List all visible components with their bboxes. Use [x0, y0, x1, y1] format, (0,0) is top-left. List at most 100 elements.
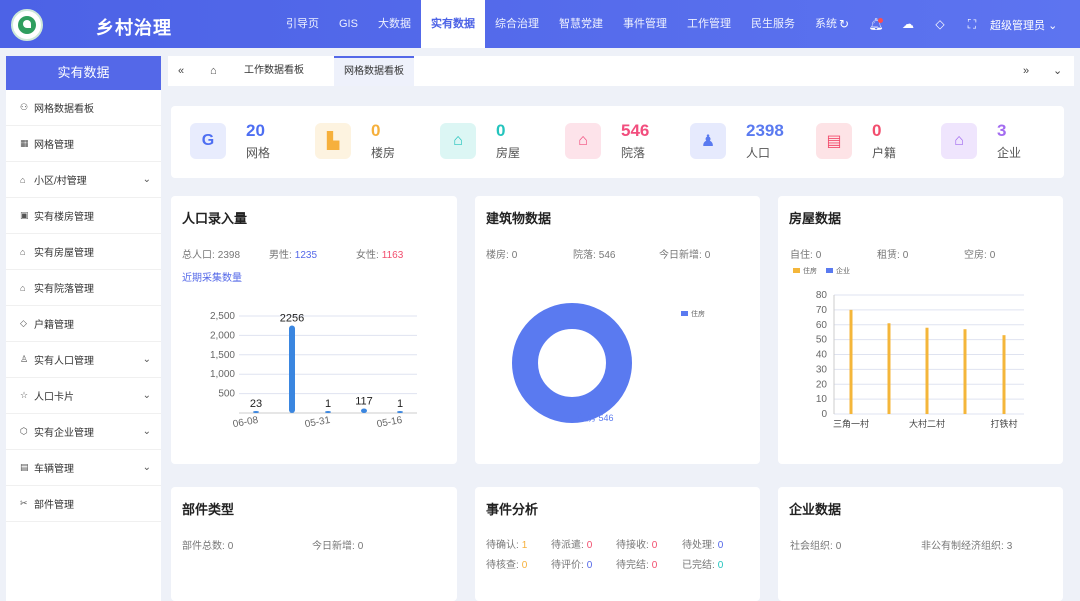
y-tick-label: 2,500 — [210, 311, 235, 322]
refresh-icon[interactable]: ↻ — [828, 17, 860, 31]
bar — [397, 411, 403, 413]
bell-icon[interactable]: 🔔︎ — [860, 17, 892, 31]
chevron-down-icon: ⌄ — [142, 426, 151, 437]
sidebar-item-label: 户籍管理 — [34, 320, 74, 331]
nav-item-1[interactable]: GIS — [329, 0, 368, 48]
tab-bar: « ⌂ 工作数据看板 网格数据看板 » ⌄ — [168, 56, 1074, 86]
recent-collection-link[interactable]: 近期采集数量 — [182, 269, 242, 284]
nav-item-5[interactable]: 智慧党建 — [549, 0, 613, 48]
legend-swatch — [793, 268, 800, 273]
bar — [253, 411, 259, 413]
event-stat-6: 待完结: 0 — [616, 556, 657, 571]
stat-icon: ▤ — [816, 123, 852, 159]
nav-item-7[interactable]: 工作管理 — [677, 0, 741, 48]
donut-slice — [512, 303, 632, 423]
sidebar-item-9[interactable]: ⬡ 实有企业管理 ⌄ — [6, 414, 161, 450]
y-tick-label: 2,000 — [210, 330, 235, 341]
stat-icon: ⌂ — [941, 123, 977, 159]
bar — [925, 327, 929, 414]
stat-value: 20 — [246, 121, 265, 140]
bar — [289, 325, 295, 413]
rented: 租赁: 0 — [877, 250, 909, 261]
bar-data-label: 1 — [325, 398, 331, 410]
event-value: 0 — [651, 560, 658, 571]
bar — [325, 411, 331, 413]
stat-value: 3 — [997, 121, 1007, 140]
nav-item-3[interactable]: 实有数据 — [420, 0, 485, 48]
y-tick-label: 40 — [816, 350, 828, 361]
car-icon: ▤ — [20, 462, 29, 472]
sidebar-item-11[interactable]: ✂ 部件管理 — [6, 486, 161, 522]
x-tick-label: 05-31 — [304, 415, 332, 430]
tab-work-dashboard[interactable]: 工作数据看板 — [234, 56, 314, 86]
yard-icon: ⌂ — [20, 282, 26, 293]
sidebar-item-label: 实有房屋管理 — [34, 248, 94, 259]
app-logo — [11, 9, 43, 41]
nav-item-0[interactable]: 引导页 — [276, 0, 329, 48]
sidebar-item-2[interactable]: ⌂ 小区/村管理 ⌄ — [6, 162, 161, 198]
double-chevron-right-icon[interactable]: » — [1023, 56, 1029, 86]
double-chevron-left-icon[interactable]: « — [178, 56, 184, 86]
y-tick-label: 1,000 — [210, 369, 235, 380]
sidebar-item-6[interactable]: ◇ 户籍管理 — [6, 306, 161, 342]
sidebar-item-8[interactable]: ☆ 人口卡片 ⌄ — [6, 378, 161, 414]
x-tick-label: 大村二村 — [909, 418, 945, 429]
notification-dot — [878, 18, 883, 23]
sidebar-item-3[interactable]: ▣ 实有楼房管理 — [6, 198, 161, 234]
tag-icon[interactable]: ◇ — [924, 17, 956, 31]
x-tick-label: 打铁村 — [990, 418, 1017, 429]
table-icon: ▦ — [20, 138, 29, 148]
bar-data-label: 1 — [397, 398, 403, 410]
nav-item-2[interactable]: 大数据 — [368, 0, 421, 48]
sidebar-item-7[interactable]: ♙ 实有人口管理 ⌄ — [6, 342, 161, 378]
event-label: 待完结: — [616, 560, 649, 571]
stat-value: 546 — [621, 121, 650, 140]
sidebar-item-label: 网格管理 — [34, 140, 74, 151]
card-icon: ☆ — [20, 390, 29, 400]
nav-item-4[interactable]: 综合治理 — [485, 0, 549, 48]
chevron-down-icon[interactable]: ⌄ — [1053, 56, 1062, 86]
bar-data-label: 2256 — [280, 312, 304, 324]
sidebar-item-5[interactable]: ⌂ 实有院落管理 — [6, 270, 161, 306]
header-icons: ↻ 🔔︎ ☁ ◇ ⛶ — [828, 0, 988, 48]
event-value: 0 — [586, 540, 593, 551]
sidebar-item-1[interactable]: ▦ 网格管理 — [6, 126, 161, 162]
event-label: 待派遣: — [551, 540, 584, 551]
bar — [1002, 335, 1006, 414]
female-count: 女性: 1163 — [356, 250, 404, 261]
stat-icon: ⌂ — [565, 123, 601, 159]
x-tick-label: 05-16 — [376, 415, 404, 430]
house-title: 房屋数据 — [789, 211, 842, 226]
social-org-count: 社会组织: 0 — [790, 541, 842, 552]
legend-label: 住房 — [691, 309, 705, 318]
user-menu[interactable]: 超级管理员 ⌄ — [990, 17, 1057, 33]
male-count: 男性: 1235 — [269, 250, 318, 261]
population-bar-chart: 500 1,000 1,500 2,000 2,500 23 2256 1 117 1 06-08 0… — [210, 311, 417, 430]
legend-label: 企业 — [836, 266, 850, 275]
event-stat-7: 已完结: 0 — [682, 556, 723, 571]
event-label: 已完结: — [682, 560, 715, 571]
stat-label: 房屋 — [496, 146, 521, 160]
home-icon[interactable]: ⌂ — [210, 56, 217, 86]
tag-icon: ◇ — [20, 318, 27, 328]
username: 超级管理员 — [990, 20, 1045, 32]
x-tick-label: 06-08 — [232, 415, 260, 430]
sidebar-item-label: 实有人口管理 — [34, 356, 94, 367]
theme-icon[interactable]: ☁ — [892, 17, 924, 31]
bar-data-label: 117 — [355, 395, 373, 407]
sidebar-item-label: 部件管理 — [34, 500, 74, 511]
nav-item-8[interactable]: 民生服务 — [741, 0, 805, 48]
population-card: 人口录入量 总人口: 2398 男性: 1235 女性: 1163 近期采集数量 50… — [171, 196, 457, 464]
tab-grid-dashboard[interactable]: 网格数据看板 — [334, 56, 414, 86]
sidebar-item-10[interactable]: ▤ 车辆管理 ⌄ — [6, 450, 161, 486]
sidebar-item-0[interactable]: ⚇ 网格数据看板 — [6, 90, 161, 126]
y-tick-label: 10 — [816, 394, 828, 405]
app-title: 乡村治理 — [96, 18, 172, 38]
fullscreen-icon[interactable]: ⛶ — [956, 17, 988, 32]
sidebar-item-label: 实有企业管理 — [34, 428, 94, 439]
y-tick-label: 0 — [821, 409, 827, 420]
house-icon: ⌂ — [20, 246, 26, 257]
sidebar-item-4[interactable]: ⌂ 实有房屋管理 — [6, 234, 161, 270]
stat-icon: G — [190, 123, 226, 159]
nav-item-6[interactable]: 事件管理 — [613, 0, 677, 48]
